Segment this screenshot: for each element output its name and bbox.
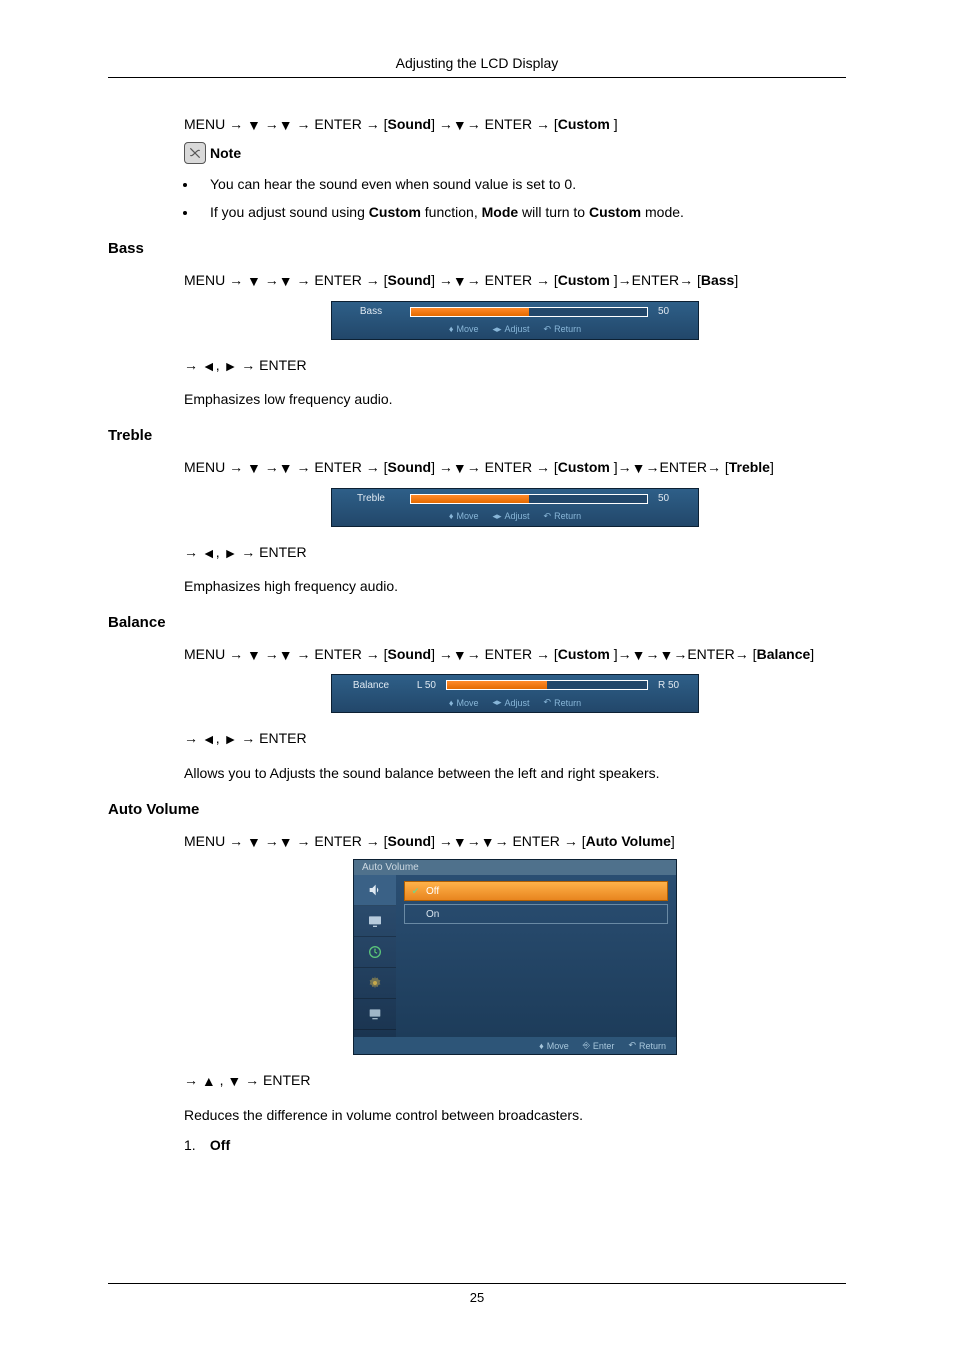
osd-slider-fill: [447, 681, 547, 689]
page-footer: 25: [108, 1283, 846, 1305]
hint-enter: ⎆ Enter: [583, 1040, 615, 1051]
osd-value: 50: [658, 493, 688, 504]
hint-return: ↶ Return: [544, 324, 582, 335]
note-bullet: You can hear the sound even when sound v…: [198, 176, 846, 192]
hint-move: ♦ Move: [449, 697, 479, 708]
bass-desc: Emphasizes low frequency audio.: [184, 391, 846, 407]
treble-desc: Emphasizes high frequency audio.: [184, 578, 846, 594]
osd-bass: Bass 50 ♦ Move ◂▸ Adjust ↶ Return: [331, 301, 699, 340]
hint-move: ♦ Move: [449, 511, 479, 522]
hint-return: ↶ Return: [544, 511, 582, 522]
sidebar-screen-icon: [354, 999, 396, 1030]
osd-hint-row: ♦ Move ◂▸ Adjust ↶ Return: [332, 509, 698, 526]
autovol-menu-path: MENU → ▼ →▼ → ENTER → [Sound] →▼→▼→ ENTE…: [184, 830, 846, 853]
osd-slider-track: [410, 307, 648, 317]
header-rule: [108, 77, 846, 78]
bass-menu-path: MENU → ▼ →▼ → ENTER → [Sound] →▼→ ENTER …: [184, 269, 846, 292]
note-bullet-list: You can hear the sound even when sound v…: [184, 176, 846, 220]
osd-hint-row: ♦ Move ◂▸ Adjust ↶ Return: [332, 322, 698, 339]
hint-adjust: ◂▸ Adjust: [492, 511, 529, 522]
heading-auto-volume: Auto Volume: [108, 801, 846, 818]
osd-slider-track: [446, 680, 648, 690]
osd-footer: ♦ Move ⎆ Enter ↶ Return: [354, 1037, 676, 1054]
hint-return: ↶ Return: [544, 697, 582, 708]
osd-slider-fill: [411, 495, 529, 503]
note-label: Note: [210, 145, 241, 161]
balance-desc: Allows you to Adjusts the sound balance …: [184, 765, 846, 781]
osd-value: 50: [658, 306, 688, 317]
page-number: 25: [108, 1290, 846, 1305]
bass-path2: → ◄, ► → ENTER: [184, 354, 846, 377]
osd-sidebar: [354, 875, 396, 1037]
hint-adjust: ◂▸ Adjust: [492, 697, 529, 708]
note-block: Note: [184, 142, 846, 164]
list-label: Off: [210, 1137, 230, 1153]
list-number: 1.: [184, 1137, 206, 1153]
osd-balance: Balance L 50 R 50 ♦ Move ◂▸ Adjust ↶ Ret…: [331, 674, 699, 713]
hint-adjust: ◂▸ Adjust: [492, 324, 529, 335]
osd-value: R 50: [658, 680, 688, 691]
header-title: Adjusting the LCD Display: [108, 55, 846, 71]
footer-rule: [108, 1283, 846, 1284]
osd-slider-track: [410, 494, 648, 504]
sidebar-clock-icon: [354, 937, 396, 968]
hint-move: ♦ Move: [449, 324, 479, 335]
hint-move: ♦ Move: [539, 1040, 569, 1051]
check-icon: ✔: [411, 887, 420, 896]
intro-menu-path: MENU → ▼ →▼ → ENTER → [Sound] →▼→ ENTER …: [184, 113, 846, 136]
osd-slider-fill: [411, 308, 529, 316]
osd-auto-volume: Auto Volume: [353, 859, 677, 1055]
treble-path2: → ◄, ► → ENTER: [184, 541, 846, 564]
hint-return: ↶ Return: [628, 1040, 666, 1051]
heading-balance: Balance: [108, 614, 846, 631]
osd-menu-title: Auto Volume: [354, 860, 676, 875]
osd-label: Balance: [342, 680, 400, 691]
sidebar-gear-icon: [354, 968, 396, 999]
osd-treble: Treble 50 ♦ Move ◂▸ Adjust ↶ Return: [331, 488, 699, 527]
note-bullet: If you adjust sound using Custom functio…: [198, 204, 846, 220]
check-placeholder: [411, 910, 420, 919]
osd-option-list: ✔ Off On: [396, 875, 676, 1037]
note-icon: [184, 142, 206, 164]
balance-path2: → ◄, ► → ENTER: [184, 727, 846, 750]
osd-pre: L 50: [410, 680, 436, 691]
osd-hint-row: ♦ Move ◂▸ Adjust ↶ Return: [332, 695, 698, 712]
list-item-off: 1. Off: [184, 1137, 846, 1153]
autovol-path2: → ▲ , ▼ → ENTER: [184, 1069, 846, 1092]
autovol-desc: Reduces the difference in volume control…: [184, 1107, 846, 1123]
osd-label: Treble: [342, 493, 400, 504]
sidebar-picture-icon: [354, 906, 396, 937]
heading-bass: Bass: [108, 240, 846, 257]
osd-option-on: On: [404, 904, 668, 924]
osd-label: Bass: [342, 306, 400, 317]
treble-menu-path: MENU → ▼ →▼ → ENTER → [Sound] →▼→ ENTER …: [184, 456, 846, 479]
heading-treble: Treble: [108, 427, 846, 444]
page-header: Adjusting the LCD Display: [108, 55, 846, 78]
osd-option-off: ✔ Off: [404, 881, 668, 901]
balance-menu-path: MENU → ▼ →▼ → ENTER → [Sound] →▼→ ENTER …: [184, 643, 846, 666]
sidebar-sound-icon: [354, 875, 396, 906]
